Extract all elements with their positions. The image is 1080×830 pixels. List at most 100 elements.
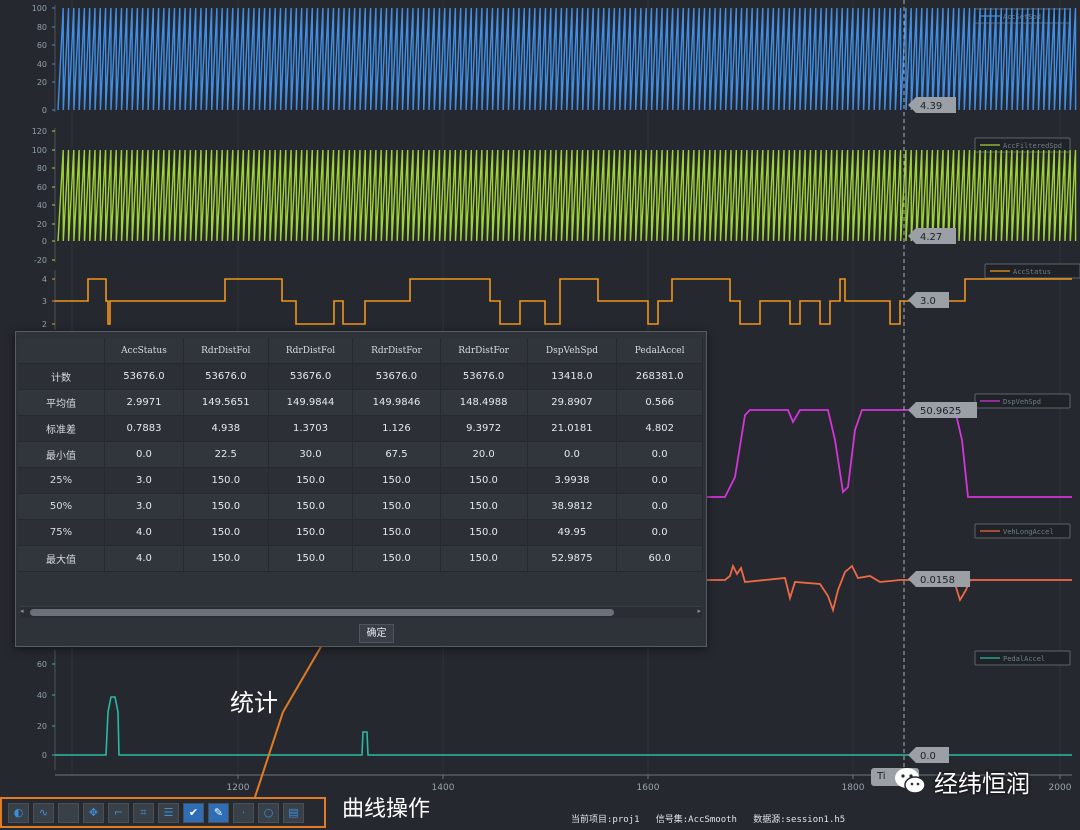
scrollbar-thumb[interactable] xyxy=(30,609,614,616)
scroll-right-icon[interactable]: ▸ xyxy=(697,607,701,615)
cursor-value-label: 3.0 xyxy=(920,296,936,307)
table-cell: 52.9875 xyxy=(527,545,618,572)
y-tick-label: 80 xyxy=(37,23,47,32)
table-cell: 0.566 xyxy=(616,389,703,416)
y-tick-label: 60 xyxy=(37,660,47,669)
horizontal-scrollbar[interactable]: ◂ ▸ xyxy=(20,606,702,618)
row-header: 25% xyxy=(18,467,105,494)
y-tick-label: -20 xyxy=(34,256,47,265)
legend-label: AccStatus xyxy=(1013,268,1051,276)
wave-icon[interactable]: ∿ xyxy=(33,802,54,823)
table-cell: 150.0 xyxy=(268,519,354,546)
table-cell: 3.0 xyxy=(104,467,184,494)
row-header: 75% xyxy=(18,519,105,546)
table-row: 标准差 0.7883 4.938 1.3703 1.126 9.3972 21.0181 4.… xyxy=(18,415,703,442)
statistics-table: AccStatus RdrDistFol RdrDistFol RdrDistFor R… xyxy=(18,338,703,572)
table-row: 计数 53676.0 53676.0 53676.0 53676.0 53676.0 134… xyxy=(18,363,703,390)
table-cell: 0.0 xyxy=(104,441,184,468)
legend-label: DspVehSpd xyxy=(1003,398,1041,406)
legend-label: PedalAccel xyxy=(1003,655,1045,663)
watermark: 经纬恒润 xyxy=(892,760,1030,802)
table-cell: 2.9971 xyxy=(104,389,184,416)
table-cell: 0.0 xyxy=(616,441,703,468)
table-cell: 22.5 xyxy=(183,441,269,468)
palette-icon[interactable]: ◐ xyxy=(8,802,29,823)
circle-icon[interactable]: ○ xyxy=(258,802,279,823)
column-header[interactable]: RdrDistFor xyxy=(352,338,441,364)
table-cell: 0.0 xyxy=(527,441,618,468)
column-header[interactable]: DspVehSpd xyxy=(527,338,618,364)
column-header[interactable]: RdrDistFol xyxy=(268,338,354,364)
list-icon[interactable]: ☰ xyxy=(158,802,179,823)
table-cell: 150.0 xyxy=(440,467,528,494)
table-cell: 60.0 xyxy=(616,545,703,572)
y-tick-label: 100 xyxy=(32,4,47,13)
table-cell: 67.5 xyxy=(352,441,441,468)
table-cell: 149.9844 xyxy=(268,389,354,416)
signal-trace-accsetspd xyxy=(57,7,1077,111)
annotation-line xyxy=(282,644,323,713)
column-header[interactable]: RdrDistFol xyxy=(183,338,269,364)
cursor-value-label: 0.0158 xyxy=(920,575,955,586)
confirm-button[interactable]: 确定 xyxy=(359,624,394,643)
wechat-logo-icon xyxy=(895,768,926,794)
table-cell: 9.3972 xyxy=(440,415,528,442)
table-cell: 30.0 xyxy=(268,441,354,468)
table-cell: 150.0 xyxy=(352,545,441,572)
table-cell: 21.0181 xyxy=(527,415,618,442)
table-cell: 38.9812 xyxy=(527,493,618,520)
y-tick-label: 20 xyxy=(37,722,47,731)
header-corner xyxy=(18,338,105,364)
move-icon[interactable]: ✥ xyxy=(83,802,104,823)
table-cell: 0.0 xyxy=(616,467,703,494)
y-tick-label: 2 xyxy=(42,320,47,329)
y-tick-label: 100 xyxy=(32,146,47,155)
y-tick-label: 40 xyxy=(37,691,47,700)
table-row: 最小值 0.0 22.5 30.0 67.5 20.0 0.0 0.0 xyxy=(18,441,703,468)
column-header[interactable]: RdrDistFor xyxy=(440,338,528,364)
column-header[interactable]: AccStatus xyxy=(104,338,184,364)
pen-icon[interactable]: ✎ xyxy=(208,802,229,823)
y-tick-label: 80 xyxy=(37,164,47,173)
table-cell: 49.95 xyxy=(527,519,618,546)
statistics-dialog[interactable]: AccStatus RdrDistFol RdrDistFol RdrDistFor R… xyxy=(15,331,707,647)
table-cell: 150.0 xyxy=(352,519,441,546)
table-cell: 3.9938 xyxy=(527,467,618,494)
column-header[interactable]: PedalAccel xyxy=(616,338,703,364)
y-tick-label: 0 xyxy=(42,237,47,246)
frame-icon[interactable]: ⌗ xyxy=(133,802,154,823)
table-cell: 0.7883 xyxy=(104,415,184,442)
row-header: 标准差 xyxy=(18,415,105,442)
table-cell: 150.0 xyxy=(440,493,528,520)
dot-icon[interactable]: · xyxy=(233,802,254,823)
cursor-value-label: 4.27 xyxy=(920,232,942,243)
table-cell: 150.0 xyxy=(352,493,441,520)
blank-icon[interactable] xyxy=(58,802,79,823)
x-tick-label: 1800 xyxy=(842,783,865,793)
table-cell: 3.0 xyxy=(104,493,184,520)
table-cell: 150.0 xyxy=(268,467,354,494)
table-cell: 150.0 xyxy=(440,545,528,572)
table-cell: 29.8907 xyxy=(527,389,618,416)
table-cell: 150.0 xyxy=(268,493,354,520)
table-row: 50% 3.0 150.0 150.0 150.0 150.0 38.9812 0.0 xyxy=(18,493,703,520)
table-cell: 150.0 xyxy=(183,519,269,546)
y-tick-label: 60 xyxy=(37,41,47,50)
scroll-left-icon[interactable]: ◂ xyxy=(20,607,24,615)
crop-icon[interactable]: ⌐ xyxy=(108,802,129,823)
check-icon[interactable]: ✔ xyxy=(183,802,204,823)
table-cell: 4.802 xyxy=(616,415,703,442)
table-cell: 53676.0 xyxy=(352,363,441,390)
table-cell: 149.9846 xyxy=(352,389,441,416)
save-icon[interactable]: ▤ xyxy=(283,802,304,823)
row-header: 最大值 xyxy=(18,545,105,572)
y-tick-label: 20 xyxy=(37,78,47,87)
watermark-text: 经纬恒润 xyxy=(934,769,1030,798)
table-row: 75% 4.0 150.0 150.0 150.0 150.0 49.95 0.0 xyxy=(18,519,703,546)
signal-trace-accfilteredspd xyxy=(57,149,1077,242)
legend-label: AccFilteredSpd xyxy=(1003,142,1062,150)
table-cell: 53676.0 xyxy=(268,363,354,390)
table-cell: 150.0 xyxy=(183,545,269,572)
cursor-value-label: 50.9625 xyxy=(920,406,961,417)
table-cell: 4.938 xyxy=(183,415,269,442)
